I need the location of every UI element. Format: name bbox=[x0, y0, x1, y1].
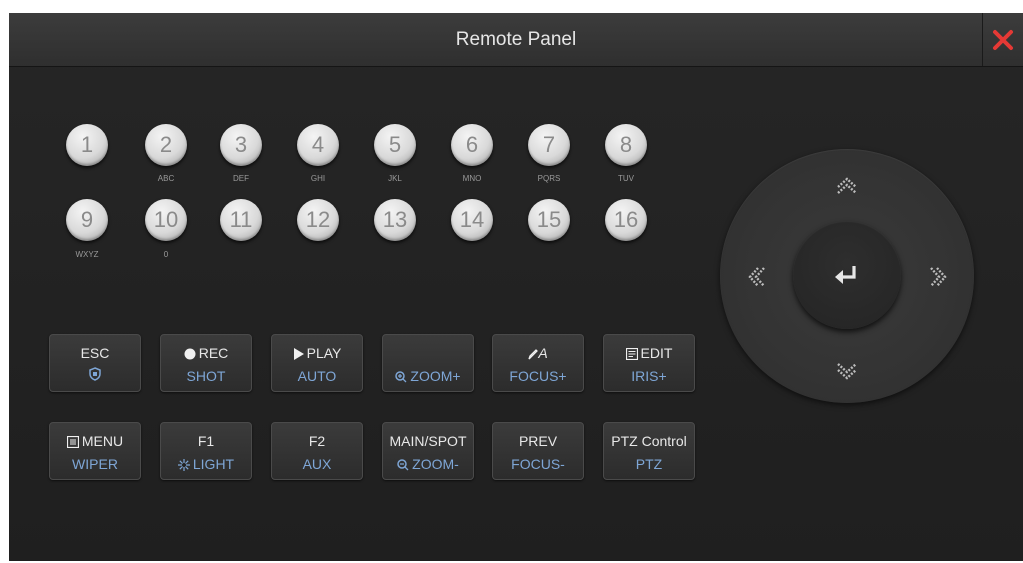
number-key-4-letters: GHI bbox=[310, 174, 326, 183]
wiper-label: WIPER bbox=[72, 456, 118, 472]
number-key-8-letters: TUV bbox=[618, 174, 634, 183]
menu-icon bbox=[66, 436, 79, 449]
f1-button[interactable]: F1 LIGHT bbox=[160, 422, 252, 480]
zoom-out-label: ZOOM- bbox=[412, 456, 459, 472]
arrow-down-icon bbox=[837, 363, 857, 380]
number-key-14[interactable]: 14 bbox=[451, 199, 493, 241]
number-key-2-letters: ABC bbox=[157, 174, 175, 183]
focus-in-button[interactable]: A FOCUS+ bbox=[492, 334, 584, 392]
rec-label: REC bbox=[198, 345, 229, 361]
prev-label: PREV bbox=[518, 433, 558, 449]
light-icon bbox=[177, 459, 190, 472]
number-key-5[interactable]: 5 bbox=[374, 124, 416, 166]
ptz-enter-button[interactable] bbox=[793, 221, 901, 329]
number-key-2[interactable]: 2 bbox=[145, 124, 187, 166]
edit-button[interactable]: EDIT IRIS+ bbox=[603, 334, 695, 392]
aux-label: AUX bbox=[302, 456, 332, 472]
edit-icon bbox=[625, 348, 638, 361]
arrow-right-icon bbox=[930, 267, 947, 287]
ptz-control-label: PTZ Control bbox=[611, 433, 687, 449]
focus-plus-label: FOCUS+ bbox=[509, 368, 567, 384]
number-key-12[interactable]: 12 bbox=[297, 199, 339, 241]
close-icon bbox=[993, 29, 1013, 50]
zoom-in-button[interactable]: ZOOM+ bbox=[382, 334, 474, 392]
menu-button[interactable]: MENU WIPER bbox=[49, 422, 141, 480]
light-label: LIGHT bbox=[192, 456, 235, 472]
number-key-9[interactable]: 9 bbox=[66, 199, 108, 241]
ptz-control-button[interactable]: PTZ Control PTZ bbox=[603, 422, 695, 480]
focus-a-label: A bbox=[538, 345, 548, 361]
f2-label: F2 bbox=[308, 433, 326, 449]
number-key-5-letters: JKL bbox=[388, 174, 402, 183]
zoom-in-top-label bbox=[383, 344, 473, 362]
focus-pen-icon bbox=[528, 349, 539, 360]
main-spot-button[interactable]: MAIN/SPOT ZOOM- bbox=[382, 422, 474, 480]
iris-plus-label: IRIS+ bbox=[631, 368, 667, 384]
play-triangle-icon bbox=[293, 348, 304, 361]
rec-button[interactable]: REC SHOT bbox=[160, 334, 252, 392]
remote-panel: Remote Panel 1 2 3 4 5 6 7 8 ABC DEF GHI… bbox=[9, 13, 1023, 561]
window-title: Remote Panel bbox=[455, 29, 577, 50]
number-key-9-letters: WXYZ bbox=[75, 250, 99, 259]
zoom-in-label: ZOOM+ bbox=[410, 368, 461, 384]
shot-label: SHOT bbox=[186, 368, 226, 384]
number-key-7-letters: PQRS bbox=[537, 174, 561, 183]
number-key-4[interactable]: 4 bbox=[297, 124, 339, 166]
number-key-15[interactable]: 15 bbox=[528, 199, 570, 241]
ptz-label: PTZ bbox=[635, 456, 663, 472]
number-key-10-letters: 0 bbox=[163, 250, 169, 259]
edit-label: EDIT bbox=[640, 345, 673, 361]
number-key-3-letters: DEF bbox=[233, 174, 249, 183]
number-key-6[interactable]: 6 bbox=[451, 124, 493, 166]
zoom-in-icon bbox=[395, 371, 407, 383]
close-button[interactable] bbox=[982, 13, 1023, 66]
number-key-3[interactable]: 3 bbox=[220, 124, 262, 166]
ptz-left-button[interactable] bbox=[742, 262, 772, 292]
f1-label: F1 bbox=[197, 433, 215, 449]
zoom-out-icon bbox=[397, 459, 409, 471]
esc-label: ESC bbox=[80, 345, 110, 361]
title-bar: Remote Panel bbox=[9, 13, 1023, 67]
prev-button[interactable]: PREV FOCUS- bbox=[492, 422, 584, 480]
ptz-up-button[interactable] bbox=[832, 171, 862, 201]
number-key-11[interactable]: 11 bbox=[220, 199, 262, 241]
ptz-down-button[interactable] bbox=[832, 356, 862, 386]
record-dot-icon bbox=[184, 348, 196, 360]
enter-icon bbox=[835, 266, 856, 284]
auto-label: AUTO bbox=[297, 368, 337, 384]
menu-label: MENU bbox=[81, 433, 124, 449]
play-button[interactable]: PLAY AUTO bbox=[271, 334, 363, 392]
number-key-13[interactable]: 13 bbox=[374, 199, 416, 241]
ptz-right-button[interactable] bbox=[923, 262, 953, 292]
number-key-8[interactable]: 8 bbox=[605, 124, 647, 166]
arrow-left-icon bbox=[748, 267, 765, 287]
number-key-10[interactable]: 10 bbox=[145, 199, 187, 241]
number-key-6-letters: MNO bbox=[462, 174, 482, 183]
play-label: PLAY bbox=[306, 345, 342, 361]
main-spot-label: MAIN/SPOT bbox=[389, 433, 467, 449]
number-key-1[interactable]: 1 bbox=[66, 124, 108, 166]
arrow-up-icon bbox=[837, 177, 857, 194]
number-key-7[interactable]: 7 bbox=[528, 124, 570, 166]
f2-button[interactable]: F2 AUX bbox=[271, 422, 363, 480]
esc-button[interactable]: ESC bbox=[49, 334, 141, 392]
shield-icon bbox=[89, 367, 101, 381]
focus-minus-label: FOCUS- bbox=[511, 456, 565, 472]
number-key-16[interactable]: 16 bbox=[605, 199, 647, 241]
